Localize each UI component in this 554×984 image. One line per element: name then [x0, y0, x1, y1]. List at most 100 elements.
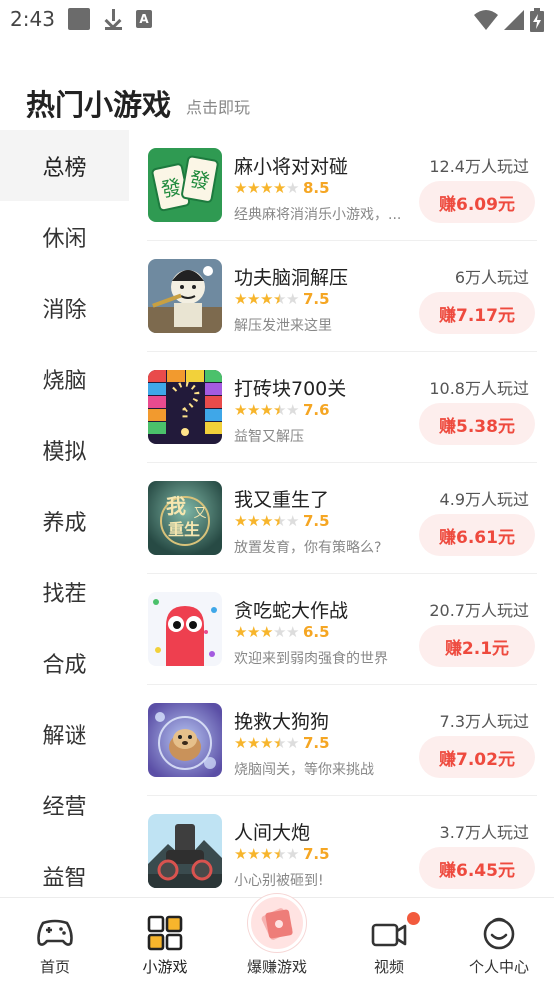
- half-star-icon: ★: [273, 733, 287, 752]
- game-row[interactable]: 打砖块700关 ★ ★ ★ ★ ★ 7.6 益智又解压 10.8万人玩过 赚5.38元: [147, 352, 537, 463]
- star-icon: ★: [247, 289, 261, 308]
- game-description: 小心别被砸到!: [234, 873, 324, 889]
- sidebar-item-simulation[interactable]: 模拟: [0, 414, 129, 485]
- nav-profile[interactable]: 个人中心: [444, 898, 554, 984]
- star-icon: ★: [286, 844, 300, 863]
- game-row[interactable]: 我 又 重生 我又重生了 ★ ★ ★ ★ ★ 7.5 放置发育，你有策略么? 4.9万人…: [147, 463, 537, 574]
- sidebar-item-match[interactable]: 消除: [0, 272, 129, 343]
- game-list: 發 發 麻小将对对碰 ★ ★ ★ ★ ★ 8.5 经典麻将消消乐小游戏，... 12.4…: [147, 130, 537, 898]
- game-name: 打砖块700关: [234, 378, 347, 400]
- nav-label: 个人中心: [468, 958, 529, 976]
- earn-button[interactable]: 赚6.09元: [419, 181, 535, 223]
- mahjong-icon[interactable]: 發 發: [148, 148, 222, 222]
- dog-bubble-icon[interactable]: [148, 703, 222, 777]
- nav-hot-earn-games[interactable]: 爆赚游戏: [222, 894, 332, 984]
- stop-square-icon: [68, 8, 90, 30]
- game-description: 烧脑闯关，等你来挑战: [234, 762, 374, 778]
- svg-text:發: 發: [188, 167, 212, 194]
- star-icon: ★: [273, 178, 287, 197]
- rating-score: 7.5: [303, 845, 330, 863]
- game-row[interactable]: 功夫脑洞解压 ★ ★ ★ ★ ★ 7.5 解压发泄来这里 6万人玩过 赚7.17元: [147, 241, 537, 352]
- kungfu-meme-icon[interactable]: [148, 259, 222, 333]
- rating-score: 7.6: [303, 401, 330, 419]
- players-count: 3.7万人玩过: [439, 823, 529, 842]
- star-icon: ★: [260, 844, 274, 863]
- half-star-icon: ★: [273, 511, 287, 530]
- half-star-icon: ★: [273, 289, 287, 308]
- sidebar-item-spot-difference[interactable]: 找茬: [0, 556, 129, 627]
- game-row[interactable]: 人间大炮 ★ ★ ★ ★ ★ 7.5 小心别被砸到! 3.7万人玩过 赚6.45元: [147, 796, 537, 898]
- star-icon: ★: [260, 622, 274, 641]
- rating-score: 7.5: [303, 290, 330, 308]
- svg-text:重生: 重生: [168, 520, 200, 539]
- star-icon: ★: [260, 400, 274, 419]
- rating-stars: ★ ★ ★ ★ ★ 6.5: [234, 623, 330, 641]
- star-icon: ★: [286, 733, 300, 752]
- snake-monster-icon[interactable]: [148, 592, 222, 666]
- sidebar-item-management[interactable]: 经营: [0, 769, 129, 840]
- rating-stars: ★ ★ ★ ★ ★ 7.5: [234, 845, 330, 863]
- nav-mini-games[interactable]: 小游戏: [110, 898, 220, 984]
- earn-button[interactable]: 赚5.38元: [419, 403, 535, 445]
- cannon-icon[interactable]: [148, 814, 222, 888]
- video-camera-icon: [371, 923, 407, 947]
- game-row[interactable]: 發 發 麻小将对对碰 ★ ★ ★ ★ ★ 8.5 经典麻将消消乐小游戏，... 12.4…: [147, 130, 537, 241]
- players-count: 10.8万人玩过: [429, 379, 529, 398]
- sidebar-item-casual[interactable]: 休闲: [0, 201, 129, 272]
- star-icon: ★: [286, 511, 300, 530]
- star-icon: ★: [247, 178, 261, 197]
- status-bar: 2:43 A: [0, 0, 554, 38]
- sidebar-item-puzzle[interactable]: 解谜: [0, 698, 129, 769]
- earn-button[interactable]: 赚6.45元: [419, 847, 535, 889]
- category-sidebar: 总榜 休闲 消除 烧脑 模拟 养成 找茬 合成 解谜 经营 益智: [0, 130, 129, 898]
- svg-text:又: 又: [193, 506, 206, 521]
- star-icon: ★: [234, 289, 248, 308]
- brick-breaker-icon[interactable]: [148, 370, 222, 444]
- sidebar-item-merge[interactable]: 合成: [0, 627, 129, 698]
- game-name: 人间大炮: [234, 822, 311, 844]
- rating-score: 7.5: [303, 512, 330, 530]
- battery-charging-icon: [530, 8, 544, 32]
- star-icon: ★: [234, 622, 248, 641]
- game-row[interactable]: 挽救大狗狗 ★ ★ ★ ★ ★ 7.5 烧脑闯关，等你来挑战 7.3万人玩过 赚7.02…: [147, 685, 537, 796]
- sidebar-item-total[interactable]: 总榜: [0, 130, 129, 201]
- earn-button[interactable]: 赚7.02元: [419, 736, 535, 778]
- notification-dot: [407, 912, 420, 925]
- page-subtitle: 点击即玩: [186, 98, 251, 117]
- star-icon: ★: [234, 178, 248, 197]
- game-description: 欢迎来到弱肉强食的世界: [234, 651, 388, 667]
- rating-score: 8.5: [303, 179, 330, 197]
- status-notification-icons: A: [68, 8, 152, 30]
- game-description: 经典麻将消消乐小游戏，...: [234, 207, 402, 223]
- star-icon: ★: [247, 400, 261, 419]
- game-row[interactable]: 贪吃蛇大作战 ★ ★ ★ ★ ★ 6.5 欢迎来到弱肉强食的世界 20.7万人玩过 赚2…: [147, 574, 537, 685]
- earn-button[interactable]: 赚2.1元: [419, 625, 535, 667]
- smiley-icon: [483, 917, 515, 950]
- game-name: 贪吃蛇大作战: [234, 600, 349, 622]
- game-name: 麻小将对对碰: [234, 156, 349, 178]
- earn-button[interactable]: 赚7.17元: [419, 292, 535, 334]
- reborn-logo-icon[interactable]: 我 又 重生: [148, 481, 222, 555]
- star-icon: ★: [286, 289, 300, 308]
- star-icon: ★: [286, 622, 300, 641]
- sidebar-item-brain[interactable]: 烧脑: [0, 343, 129, 414]
- rating-stars: ★ ★ ★ ★ ★ 7.5: [234, 512, 330, 530]
- players-count: 7.3万人玩过: [439, 712, 529, 731]
- rating-stars: ★ ★ ★ ★ ★ 7.5: [234, 290, 330, 308]
- game-name: 挽救大狗狗: [234, 711, 330, 733]
- star-icon: ★: [260, 511, 274, 530]
- sidebar-item-nurture[interactable]: 养成: [0, 485, 129, 556]
- players-count: 12.4万人玩过: [429, 157, 529, 176]
- status-time: 2:43: [10, 7, 55, 31]
- page-title: 热门小游戏: [26, 88, 172, 122]
- star-icon: ★: [260, 289, 274, 308]
- nav-video[interactable]: 视频: [334, 898, 444, 984]
- featured-circle: [248, 894, 306, 952]
- star-icon: ★: [273, 622, 287, 641]
- nav-home[interactable]: 首页: [0, 898, 110, 984]
- star-icon: ★: [247, 622, 261, 641]
- earn-button[interactable]: 赚6.61元: [419, 514, 535, 556]
- players-count: 20.7万人玩过: [429, 601, 529, 620]
- signal-icon: [504, 10, 524, 30]
- rating-score: 7.5: [303, 734, 330, 752]
